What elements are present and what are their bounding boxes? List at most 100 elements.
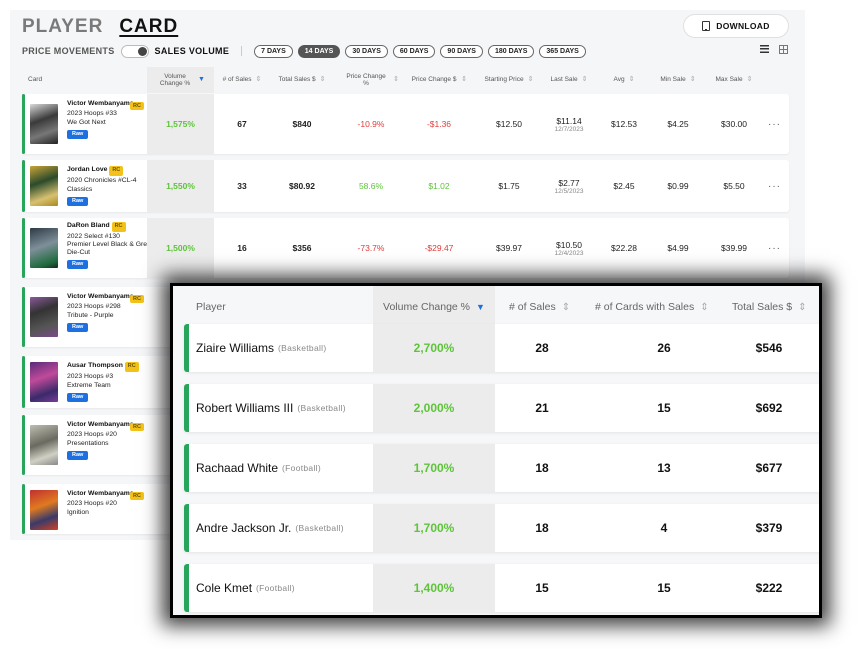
last-sale-price: $11.14 [556, 115, 582, 126]
mode-toggle[interactable] [120, 44, 149, 58]
card-thumbnail[interactable] [30, 425, 58, 465]
col-total-sales[interactable]: Total Sales $ ⇕ [732, 286, 807, 328]
price-change-usd: -$29.47 [424, 243, 454, 253]
col-label: Total Sales $ [278, 76, 316, 84]
cards-with-sales: 15 [657, 581, 671, 595]
grid-view-icon[interactable] [779, 45, 788, 54]
day-range-60[interactable]: 60 DAYS [392, 44, 436, 58]
download-button[interactable]: DOWNLOAD [683, 14, 789, 38]
day-range-180[interactable]: 180 DAYS [487, 44, 535, 58]
starting-price: $12.50 [496, 119, 522, 129]
num-sales: 18 [535, 461, 549, 475]
col-label: Starting Price [484, 76, 524, 84]
card-player-name[interactable]: DaRon Bland [67, 222, 110, 229]
volume-change: 1,700% [373, 504, 495, 552]
card-variant: We Got Next [67, 119, 106, 127]
player-name[interactable]: Ziaire Williams [196, 341, 274, 355]
card-thumbnail[interactable] [30, 362, 58, 402]
card-variant: Ignition [67, 509, 89, 517]
total-sales: $80.92 [289, 181, 315, 191]
tab-card[interactable]: CARD [119, 16, 178, 38]
cards-with-sales: 4 [660, 521, 668, 535]
day-range-365[interactable]: 365 DAYS [539, 44, 586, 58]
col-num-sales[interactable]: # of Sales ⇕ [216, 67, 268, 93]
total-sales: $692 [755, 401, 783, 415]
num-sales: 33 [237, 181, 247, 191]
more-options-icon[interactable]: ··· [768, 218, 781, 278]
col-price-change-usd[interactable]: Price Change $ ⇕ [408, 67, 470, 93]
col-max-sale[interactable]: Max Sale ⇕ [706, 67, 762, 93]
col-num-sales[interactable]: # of Sales ⇕ [509, 286, 570, 328]
sort-icon: ⇕ [689, 75, 696, 83]
player-name[interactable]: Cole Kmet [196, 581, 252, 595]
last-sale-price: $10.50 [556, 239, 582, 250]
card-thumbnail[interactable] [30, 490, 58, 530]
card-row[interactable]: DaRon Bland RC 2022 Select #130 Premier … [22, 218, 789, 278]
starting-price: $1.75 [498, 181, 520, 191]
player-cell: Ziaire Williams (Basketball) [196, 324, 326, 372]
col-cards-with-sales[interactable]: # of Cards with Sales ⇕ [595, 286, 709, 328]
sort-icon: ⇕ [798, 301, 807, 313]
toggle-knob [137, 46, 147, 56]
download-label: DOWNLOAD [716, 21, 770, 31]
sort-icon: ⇕ [393, 75, 399, 83]
player-name[interactable]: Robert Williams III [196, 401, 293, 415]
card-thumbnail[interactable] [30, 228, 58, 268]
row-accent-bar [22, 356, 25, 408]
player-row[interactable]: Andre Jackson Jr. (Basketball) 1,700% 18 … [184, 504, 819, 552]
card-thumbnail[interactable] [30, 297, 58, 337]
last-sale: $11.14 12/7/2023 [542, 94, 596, 154]
day-range-7[interactable]: 7 DAYS [254, 44, 293, 58]
player-row[interactable]: Robert Williams III (Basketball) 2,000% 2… [184, 384, 819, 432]
player-name[interactable]: Andre Jackson Jr. [196, 521, 291, 535]
col-min-sale[interactable]: Min Sale ⇕ [650, 67, 706, 93]
num-sales: 28 [535, 341, 549, 355]
col-last-sale[interactable]: Last Sale ⇕ [542, 67, 596, 93]
grade-badge: Raw [67, 450, 89, 461]
card-thumbnail[interactable] [30, 104, 58, 144]
card-player-name[interactable]: Ausar Thompson [67, 362, 123, 369]
card-variant: Presentations [67, 440, 109, 448]
col-card[interactable]: Card [28, 67, 68, 93]
min-sale: $4.99 [667, 243, 689, 253]
card-info: Ausar Thompson RC 2023 Hoops #3 Extreme … [67, 361, 157, 403]
last-sale-date: 12/4/2023 [554, 249, 584, 257]
col-label: # of Sales [509, 301, 556, 313]
card-row[interactable]: Victor Wembanyama 2023 Hoops #33 We Got … [22, 94, 789, 154]
col-total-sales[interactable]: Total Sales $ ⇕ [270, 67, 334, 93]
day-range-30[interactable]: 30 DAYS [345, 44, 388, 58]
col-volume-change[interactable]: Volume Change % ▼ [147, 67, 214, 93]
sort-icon: ⇕ [319, 75, 326, 83]
cards-with-sales: 13 [657, 461, 671, 475]
row-accent-bar [184, 444, 189, 492]
col-label: Total Sales $ [732, 301, 793, 313]
more-options-icon[interactable]: ··· [768, 94, 781, 154]
col-avg[interactable]: Avg ⇕ [604, 67, 644, 93]
player-row[interactable]: Cole Kmet (Football) 1,400% 15 15 $222 [184, 564, 819, 612]
list-view-icon[interactable] [760, 45, 769, 53]
player-name[interactable]: Rachaad White [196, 461, 278, 475]
avg-price: $12.53 [611, 119, 637, 129]
col-price-change-pct[interactable]: Price Change % ⇕ [340, 67, 402, 93]
col-label: Player [196, 301, 226, 313]
card-info: Jordan Love RC 2020 Chronicles #CL-4 Cla… [67, 165, 157, 207]
card-row[interactable]: Jordan Love RC 2020 Chronicles #CL-4 Cla… [22, 160, 789, 212]
last-sale: $10.50 12/4/2023 [542, 218, 596, 278]
cards-with-sales: 26 [657, 341, 671, 355]
col-player[interactable]: Player [196, 286, 226, 328]
player-row[interactable]: Ziaire Williams (Basketball) 2,700% 28 26… [184, 324, 819, 372]
card-set: 2023 Hoops #3 [67, 372, 114, 380]
price-change-pct: 58.6% [358, 181, 384, 191]
sort-icon: ⇕ [628, 75, 635, 83]
card-player-name[interactable]: Jordan Love [67, 166, 107, 173]
col-starting-price[interactable]: Starting Price ⇕ [474, 67, 544, 93]
player-row[interactable]: Rachaad White (Football) 1,700% 18 13 $67… [184, 444, 819, 492]
col-volume-change[interactable]: Volume Change % ▼ [373, 286, 495, 328]
sales-volume-label: SALES VOLUME [154, 46, 230, 56]
card-variant: Extreme Team [67, 382, 111, 390]
more-options-icon[interactable]: ··· [768, 160, 781, 212]
day-range-14[interactable]: 14 DAYS [297, 44, 341, 58]
day-range-90[interactable]: 90 DAYS [440, 44, 483, 58]
card-thumbnail[interactable] [30, 166, 58, 206]
tab-player[interactable]: PLAYER [22, 16, 103, 38]
